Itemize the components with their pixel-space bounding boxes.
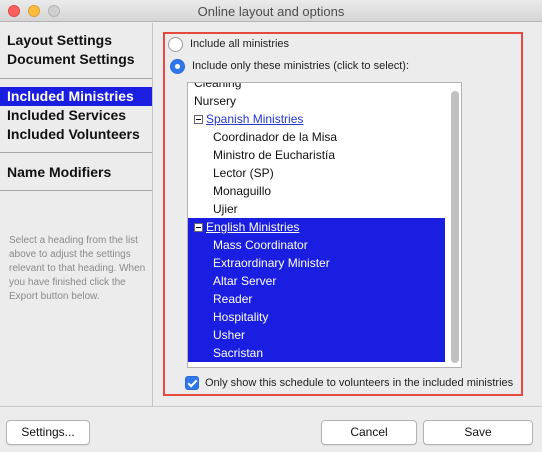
ministry-label: Coordinador de la Misa <box>213 130 338 144</box>
ministry-row[interactable]: Nursery <box>188 92 445 110</box>
ministry-label: Reader <box>213 292 253 306</box>
ministry-row[interactable]: Mass Coordinator <box>188 236 445 254</box>
sidebar-divider <box>0 152 152 153</box>
window-title: Online layout and options <box>197 4 345 19</box>
ministry-label: Sacristan <box>213 346 264 360</box>
sidebar-item-name-modifiers[interactable]: Name Modifiers <box>0 163 152 182</box>
ministry-label: Ministro de Eucharistía <box>213 148 336 162</box>
include-only-option[interactable]: Include only these ministries (click to … <box>170 58 409 74</box>
sidebar-hint-text: Select a heading from the list above to … <box>9 235 146 302</box>
sidebar-item-included-ministries[interactable]: Included Ministries <box>0 87 152 106</box>
include-only-label: Include only these ministries (click to … <box>192 60 410 72</box>
ministry-label: Spanish Ministries <box>206 112 304 126</box>
ministry-row[interactable]: Hospitality <box>188 308 445 326</box>
collapse-icon[interactable] <box>194 115 203 124</box>
ministry-row[interactable]: Extraordinary Minister <box>188 254 445 272</box>
ministries-list-scrollbar[interactable] <box>451 91 459 363</box>
ministry-label: Ujier <box>213 202 238 216</box>
ministries-list[interactable]: Cleaning Nursery Spanish Ministries Coordin… <box>187 82 462 368</box>
ministry-row[interactable]: Altar Server <box>188 272 445 290</box>
sidebar-item-included-services[interactable]: Included Services <box>0 106 152 125</box>
ministry-row[interactable]: Coordinador de la Misa <box>188 128 445 146</box>
ministry-label: Mass Coordinator <box>213 238 308 252</box>
ministry-row[interactable]: Cleaning <box>188 82 445 92</box>
sidebar-splitter[interactable] <box>152 23 153 406</box>
ministry-label: Monaguillo <box>213 184 272 198</box>
footer-divider <box>0 406 542 407</box>
ministry-label: Extraordinary Minister <box>213 256 330 270</box>
ministry-label: Hospitality <box>213 310 269 324</box>
ministry-label: Nursery <box>194 94 237 108</box>
cancel-button[interactable]: Cancel <box>321 420 417 445</box>
ministry-label: Altar Server <box>213 274 277 288</box>
ministry-row[interactable]: Sacristan <box>188 344 445 362</box>
sidebar-divider <box>0 190 152 191</box>
sidebar-item-document-settings[interactable]: Document Settings <box>0 50 152 69</box>
ministries-selection-panel: Include only these ministries (click to … <box>163 32 523 396</box>
ministry-group-row[interactable]: Spanish Ministries <box>188 110 445 128</box>
schedule-visibility-option[interactable]: Only show this schedule to volunteers in… <box>185 375 513 391</box>
title-bar: Online layout and options <box>0 0 542 22</box>
ministry-row[interactable]: Ujier <box>188 200 445 218</box>
ministry-label: Lector (SP) <box>213 166 274 180</box>
ministry-label: Cleaning <box>194 82 242 90</box>
sidebar: Layout Settings Document Settings Includ… <box>0 23 152 406</box>
sidebar-item-included-volunteers[interactable]: Included Volunteers <box>0 125 152 144</box>
ministry-group-row[interactable]: English Ministries <box>188 218 445 236</box>
ministry-row[interactable]: Monaguillo <box>188 182 445 200</box>
schedule-visibility-label: Only show this schedule to volunteers in… <box>205 377 514 389</box>
settings-button[interactable]: Settings... <box>6 420 90 445</box>
sidebar-divider <box>0 78 152 79</box>
save-button[interactable]: Save <box>423 420 533 445</box>
sidebar-item-layout-settings[interactable]: Layout Settings <box>0 31 152 50</box>
ministry-label: English Ministries <box>206 220 300 234</box>
ministry-row[interactable]: Usher <box>188 326 445 344</box>
include-only-radio[interactable] <box>170 58 185 74</box>
collapse-icon[interactable] <box>194 223 203 232</box>
ministry-row[interactable]: Reader <box>188 290 445 308</box>
schedule-visibility-checkbox[interactable] <box>185 376 199 390</box>
ministry-row[interactable]: Ministro de Eucharistía <box>188 146 445 164</box>
ministry-label: Usher <box>213 328 246 342</box>
ministry-row[interactable]: Lector (SP) <box>188 164 445 182</box>
